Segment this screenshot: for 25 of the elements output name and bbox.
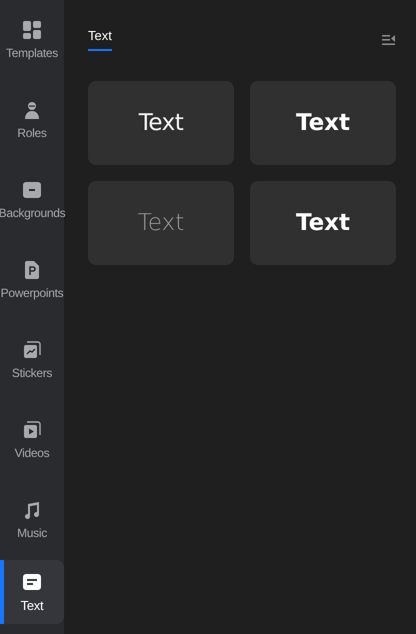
text-style-card[interactable]: Text [88, 181, 234, 265]
text-style-card[interactable]: Text [250, 81, 396, 165]
document-icon [22, 260, 42, 280]
stacked-cards-icon [22, 340, 42, 360]
sidebar-item[interactable]: Roles [0, 80, 64, 160]
text-style-sample: Text [296, 210, 350, 236]
sidebar-item[interactable]: Videos [0, 400, 64, 480]
video-icon [22, 420, 42, 440]
tab[interactable]: Text [88, 28, 112, 51]
text-box-icon [22, 572, 42, 592]
sidebar-item[interactable]: Templates [0, 0, 64, 80]
text-style-card[interactable]: Text [250, 181, 396, 265]
sidebar-item[interactable]: Stickers [0, 320, 64, 400]
text-style-sample: Text [138, 110, 184, 136]
text-style-sample: Text [138, 210, 184, 236]
person-icon [22, 100, 42, 120]
sidebar-item[interactable]: Text [0, 560, 64, 624]
text-style-card[interactable]: Text [88, 81, 234, 165]
sidebar-item[interactable]: Powerpoints [0, 240, 64, 320]
sidebar-item[interactable]: Music [0, 480, 64, 560]
text-style-sample: Text [296, 110, 350, 136]
music-note-icon [22, 500, 42, 520]
collapse-panel-icon[interactable] [382, 34, 396, 46]
grid-icon [22, 20, 42, 40]
image-frame-icon [22, 180, 42, 200]
